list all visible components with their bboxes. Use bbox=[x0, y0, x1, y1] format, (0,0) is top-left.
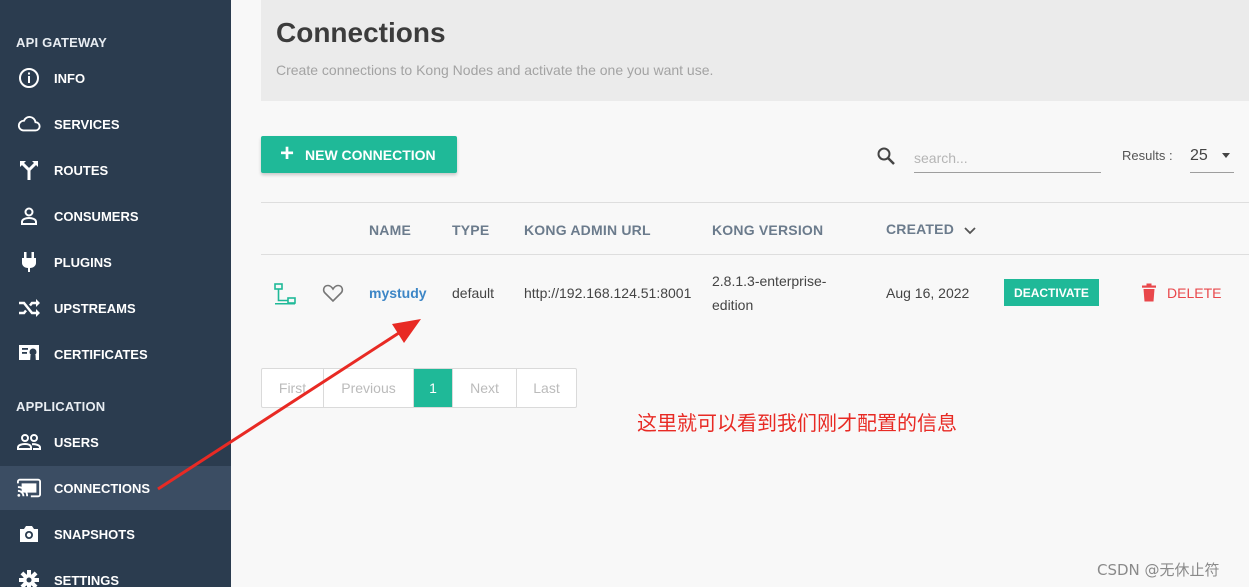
column-header-kong-version[interactable]: KONG VERSION bbox=[712, 222, 823, 238]
sidebar-item-plugins[interactable]: PLUGINS bbox=[0, 240, 231, 284]
new-connection-label: NEW CONNECTION bbox=[305, 147, 436, 163]
pagination: First Previous 1 Next Last bbox=[261, 368, 577, 408]
sidebar-item-label: CONNECTIONS bbox=[54, 480, 151, 496]
sidebar-item-upstreams[interactable]: UPSTREAMS bbox=[0, 286, 231, 330]
page-subtitle: Create connections to Kong Nodes and act… bbox=[276, 62, 714, 78]
page-title: Connections bbox=[276, 17, 446, 48]
column-header-type[interactable]: TYPE bbox=[452, 222, 489, 238]
info-icon bbox=[17, 66, 41, 90]
column-header-created-label: CREATED bbox=[886, 221, 955, 237]
camera-icon bbox=[17, 522, 41, 546]
sidebar-item-connections[interactable]: CONNECTIONS bbox=[0, 466, 231, 510]
sidebar-item-snapshots[interactable]: SNAPSHOTS bbox=[0, 512, 231, 556]
search-icon[interactable] bbox=[876, 146, 896, 166]
deactivate-button[interactable]: DEACTIVATE bbox=[1004, 279, 1099, 306]
users-icon bbox=[17, 430, 41, 454]
results-value: 25 bbox=[1190, 147, 1208, 164]
plug-icon bbox=[17, 250, 41, 274]
annotation-text: 这里就可以看到我们刚才配置的信息 bbox=[637, 411, 957, 435]
sidebar-item-certificates[interactable]: CERTIFICATES bbox=[0, 332, 231, 376]
pagination-previous[interactable]: Previous bbox=[324, 369, 414, 407]
shuffle-icon bbox=[17, 296, 41, 320]
sidebar-item-services[interactable]: SERVICES bbox=[0, 102, 231, 146]
page-header: Connections Create connections to Kong N… bbox=[261, 0, 1249, 101]
cast-icon bbox=[17, 476, 41, 500]
person-icon bbox=[17, 204, 41, 228]
kong-version-line1: 2.8.1.3-enterprise- bbox=[712, 273, 827, 289]
sidebar-item-label: ROUTES bbox=[54, 162, 109, 178]
results-per-page-select[interactable]: 25 bbox=[1190, 143, 1234, 173]
caret-down-icon bbox=[1222, 153, 1230, 158]
sidebar-item-label: USERS bbox=[54, 434, 99, 450]
plus-icon: + bbox=[280, 140, 295, 167]
delete-button[interactable]: DELETE bbox=[1141, 283, 1221, 302]
sidebar-item-label: INFO bbox=[54, 70, 86, 86]
search-input[interactable] bbox=[914, 143, 1101, 173]
chevron-down-icon bbox=[964, 227, 976, 235]
sidebar-item-label: SNAPSHOTS bbox=[54, 526, 135, 542]
column-header-kong-admin-url[interactable]: KONG ADMIN URL bbox=[524, 222, 651, 238]
delete-label: DELETE bbox=[1167, 284, 1222, 301]
pagination-next[interactable]: Next bbox=[453, 369, 517, 407]
kong-admin-url: http://192.168.124.51:8001 bbox=[524, 285, 692, 301]
column-header-name[interactable]: NAME bbox=[369, 222, 411, 238]
created-date: Aug 16, 2022 bbox=[886, 285, 970, 301]
pagination-first[interactable]: First bbox=[262, 369, 324, 407]
connection-type-icon[interactable] bbox=[273, 282, 297, 311]
section-title-api-gateway: API GATEWAY bbox=[16, 35, 108, 50]
results-label: Results : bbox=[1122, 148, 1173, 163]
watermark: CSDN @无休止符 bbox=[1097, 561, 1220, 579]
sidebar-item-label: CONSUMERS bbox=[54, 208, 139, 224]
connection-type: default bbox=[452, 285, 495, 301]
sidebar-item-label: SETTINGS bbox=[54, 572, 120, 587]
sidebar-item-consumers[interactable]: CONSUMERS bbox=[0, 194, 231, 238]
table-top-divider bbox=[261, 202, 1249, 203]
certificate-icon bbox=[17, 342, 41, 366]
sidebar-item-info[interactable]: INFO bbox=[0, 56, 231, 100]
sidebar-item-users[interactable]: USERS bbox=[0, 420, 231, 464]
section-title-application: APPLICATION bbox=[16, 399, 106, 414]
kong-version-line2: edition bbox=[712, 297, 754, 313]
sidebar-item-label: UPSTREAMS bbox=[54, 300, 136, 316]
sidebar: API GATEWAY INFO SERVICES ROUTES CONSUME… bbox=[0, 0, 231, 587]
connection-name-link[interactable]: mystudy bbox=[369, 285, 427, 301]
trash-icon bbox=[1142, 283, 1156, 302]
column-header-created[interactable]: CREATED bbox=[886, 221, 976, 237]
sidebar-item-settings[interactable]: SETTINGS bbox=[0, 558, 231, 587]
sidebar-item-label: PLUGINS bbox=[54, 254, 112, 270]
table-header-divider bbox=[261, 254, 1249, 255]
new-connection-button[interactable]: + NEW CONNECTION bbox=[261, 136, 457, 173]
sidebar-item-routes[interactable]: ROUTES bbox=[0, 148, 231, 192]
sidebar-item-label: CERTIFICATES bbox=[54, 346, 148, 362]
cloud-icon bbox=[17, 112, 41, 136]
pagination-page-1[interactable]: 1 bbox=[414, 369, 453, 407]
sidebar-item-label: SERVICES bbox=[54, 116, 120, 132]
heart-icon[interactable] bbox=[322, 283, 344, 308]
pagination-last[interactable]: Last bbox=[517, 369, 576, 407]
gear-icon bbox=[17, 568, 41, 587]
routes-icon bbox=[17, 158, 41, 182]
